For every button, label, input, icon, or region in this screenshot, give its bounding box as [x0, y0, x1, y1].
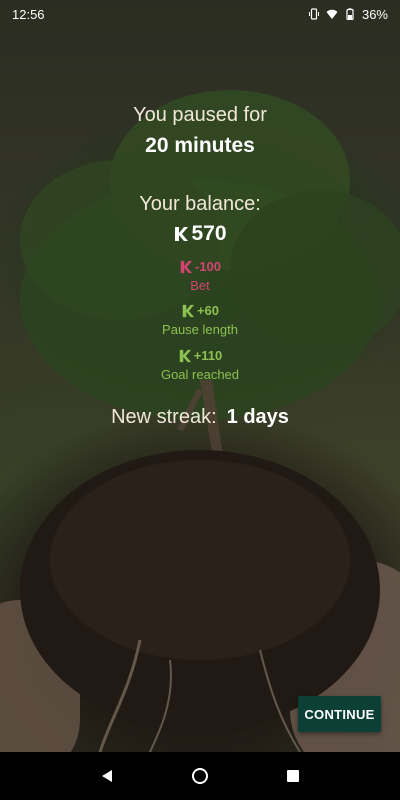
coin-icon	[179, 349, 191, 362]
adjustment-bet: -100	[0, 259, 400, 274]
streak-label: New streak:	[111, 406, 217, 428]
coin-icon	[182, 304, 195, 317]
status-bar: 12:56 36%	[0, 0, 400, 28]
balance-value: 570	[191, 222, 227, 245]
status-time: 12:56	[12, 6, 45, 22]
coin-icon	[180, 260, 193, 273]
adjustment-label: Pause length	[162, 322, 238, 337]
status-icons: 36%	[308, 7, 388, 22]
adjustment-amount: +110	[193, 348, 223, 363]
balance-label: Your balance:	[139, 193, 261, 215]
back-icon	[101, 770, 112, 782]
recents-button[interactable]	[281, 764, 305, 788]
coin-icon	[175, 227, 189, 241]
balance-value-row: 570	[0, 222, 400, 246]
home-icon	[191, 768, 208, 784]
adjustment-pause-length: +60	[0, 303, 400, 318]
home-button[interactable]	[188, 764, 212, 788]
adjustment-label: Goal reached	[160, 367, 240, 382]
back-button[interactable]	[95, 764, 119, 788]
adjustment-label: Bet	[190, 278, 210, 293]
battery-icon	[346, 8, 354, 20]
vibrate-icon	[308, 8, 319, 20]
adjustment-amount: -100	[194, 259, 222, 274]
adjustment-amount: +60	[196, 303, 220, 318]
wifi-icon	[326, 9, 338, 19]
paused-duration: 20 minutes	[145, 134, 255, 157]
adjustment-goal-reached: +110	[0, 348, 400, 363]
streak-value: 1 days	[226, 406, 289, 428]
streak-row: New streak: 1 days	[0, 406, 400, 429]
paused-label: You paused for	[133, 104, 267, 126]
battery-percent: 36%	[361, 6, 388, 22]
continue-button[interactable]: CONTINUE	[298, 696, 381, 732]
navigation-bar	[0, 752, 400, 800]
recents-icon	[287, 770, 300, 782]
